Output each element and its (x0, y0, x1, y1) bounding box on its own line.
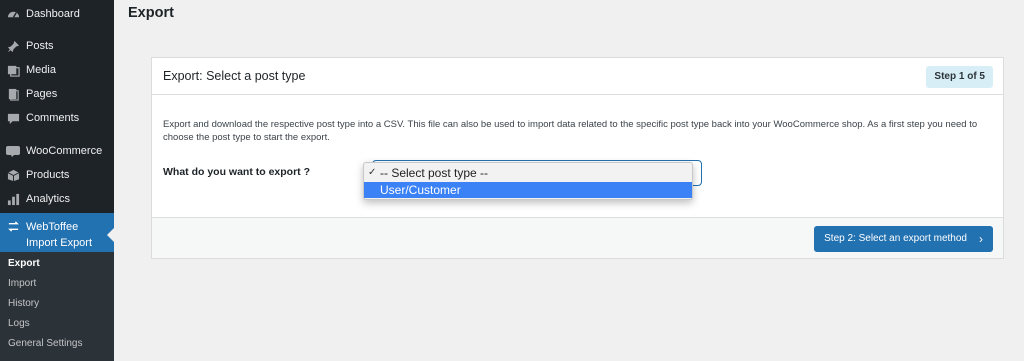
sidebar-item-label: Media (26, 64, 56, 76)
pages-icon (6, 87, 20, 101)
page-title: Export (128, 5, 174, 21)
chevron-right-icon: › (979, 232, 983, 246)
export-panel: Export: Select a post type Step 1 of 5 E… (151, 57, 1004, 259)
media-icon (6, 63, 20, 77)
sidebar-submenu: Export Import History Logs General Setti… (0, 252, 114, 361)
import-export-icon (6, 219, 20, 233)
next-step-button[interactable]: Step 2: Select an export method › (814, 226, 993, 252)
submenu-item-general-settings[interactable]: General Settings (8, 334, 83, 354)
option-label: -- Select post type -- (380, 166, 489, 180)
submenu-item-import[interactable]: Import (8, 274, 36, 294)
sidebar-item-media[interactable]: Media (0, 58, 114, 82)
export-description: Export and download the respective post … (163, 119, 978, 143)
submenu-item-export[interactable]: Export (8, 254, 40, 274)
sidebar-item-label: Dashboard (26, 8, 80, 20)
bar-chart-icon (6, 192, 20, 206)
comment-icon (6, 111, 20, 125)
active-indicator (107, 228, 114, 242)
panel-footer: Step 2: Select an export method › (152, 217, 1003, 258)
sidebar-item-analytics[interactable]: Analytics (0, 187, 114, 211)
option-label: User/Customer (380, 183, 461, 197)
sidebar-item-dashboard[interactable]: Dashboard (0, 2, 114, 26)
sidebar-item-label: Analytics (26, 193, 71, 205)
admin-sidebar: Dashboard Posts Media Pages Comments Woo… (0, 0, 114, 361)
sidebar-item-woocommerce[interactable]: WooCommerce (0, 139, 114, 163)
submenu-item-history[interactable]: History (8, 294, 39, 314)
panel-title: Export: Select a post type (163, 69, 306, 83)
dropdown-option-user-customer[interactable]: User/Customer (364, 182, 692, 198)
sidebar-item-pages[interactable]: Pages (0, 82, 114, 106)
sidebar-item-products[interactable]: Products (0, 163, 114, 187)
sidebar-item-label: Products (26, 169, 70, 181)
panel-header: Export: Select a post type Step 1 of 5 (152, 58, 1003, 95)
step-badge: Step 1 of 5 (926, 66, 993, 88)
sidebar-item-comments[interactable]: Comments (0, 106, 114, 130)
sidebar-item-label: Posts (26, 40, 54, 52)
post-type-label: What do you want to export ? (163, 166, 310, 178)
sidebar-item-label: Pages (26, 88, 58, 100)
next-step-label: Step 2: Select an export method (824, 233, 967, 244)
sidebar-item-posts[interactable]: Posts (0, 34, 114, 58)
submenu-item-logs[interactable]: Logs (8, 314, 30, 334)
dropdown-option-select-post-type[interactable]: ✓ -- Select post type -- (364, 165, 692, 181)
post-type-dropdown: ✓ -- Select post type -- User/Customer (363, 162, 693, 200)
sidebar-item-label: WooCommerce (26, 145, 103, 157)
woo-icon (6, 144, 20, 158)
dashboard-icon (6, 7, 20, 21)
checkmark-icon: ✓ (368, 167, 377, 178)
box-icon (6, 168, 20, 182)
sidebar-item-label: Comments (26, 112, 80, 124)
pin-icon (6, 39, 20, 53)
